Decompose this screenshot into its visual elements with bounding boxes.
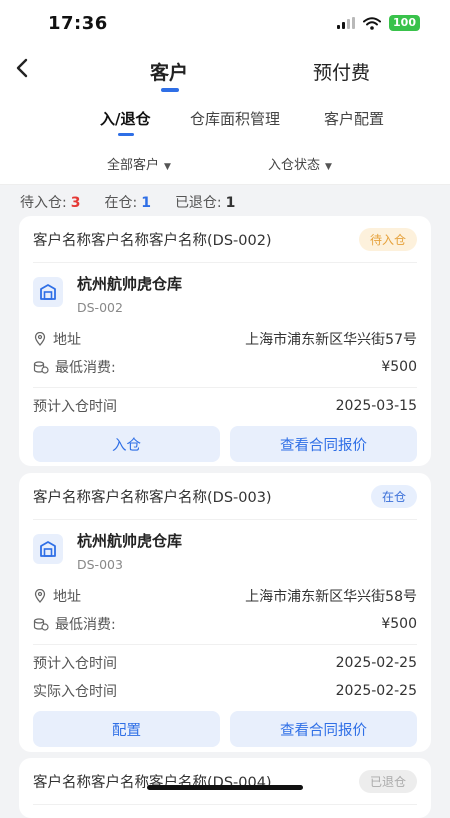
in-count: 1 bbox=[141, 195, 151, 211]
card-actions: 配置 查看合同报价 bbox=[33, 711, 417, 747]
status-bar: 17:36 100 bbox=[0, 0, 450, 48]
location-icon bbox=[34, 589, 46, 603]
status-badge: 已退仓 bbox=[358, 769, 417, 793]
planned-date-label: 预计入仓时间 bbox=[33, 656, 117, 672]
min-consumption-value: ¥500 bbox=[381, 616, 417, 632]
tab-customer[interactable]: 客户 bbox=[150, 58, 188, 85]
warehouse-info: 杭州航帅虎仓库 DS-003 bbox=[33, 520, 417, 582]
warehouse-icon bbox=[33, 277, 63, 307]
address-value: 上海市浦东新区华兴街57号 bbox=[245, 332, 417, 348]
check-in-button[interactable]: 入仓 bbox=[33, 426, 220, 462]
home-indicator bbox=[147, 785, 303, 790]
subtab-in-out[interactable]: 入/退仓 bbox=[100, 108, 150, 129]
customer-name: 客户名称客户名称客户名称(DS-002) bbox=[33, 232, 272, 249]
status-badge: 待入仓 bbox=[358, 227, 417, 251]
coins-icon bbox=[33, 361, 49, 374]
status-summary: 待入仓: 3 在仓: 1 已退仓: 1 bbox=[0, 185, 450, 219]
min-consumption-row: 最低消费: ¥500 bbox=[33, 353, 417, 381]
status-badge: 在仓 bbox=[370, 484, 417, 508]
planned-date-row: 预计入仓时间 2025-02-25 bbox=[33, 649, 417, 677]
filter-customers-label: 全部客户 bbox=[107, 158, 160, 173]
address-row: 地址 上海市浦东新区华兴街57号 bbox=[33, 325, 417, 353]
filter-status-label: 入仓状态 bbox=[268, 158, 321, 173]
address-label: 地址 bbox=[53, 589, 81, 605]
card-header: 客户名称客户名称客户名称(DS-004) 已退仓 bbox=[33, 758, 417, 805]
configure-button[interactable]: 配置 bbox=[33, 711, 220, 747]
min-consumption-label: 最低消费: bbox=[55, 360, 116, 376]
warehouse-info: 杭州航帅虎仓库 DS-002 bbox=[33, 263, 417, 325]
filter-status[interactable]: 入仓状态 ▼ bbox=[268, 154, 332, 173]
filter-customers[interactable]: 全部客户 ▼ bbox=[107, 154, 171, 173]
customer-name: 客户名称客户名称客户名称(DS-003) bbox=[33, 489, 272, 506]
warehouse-icon bbox=[33, 534, 63, 564]
customer-card[interactable]: 客户名称客户名称客户名称(DS-003) 在仓 杭州航帅虎仓库 DS-003 地… bbox=[19, 473, 431, 752]
battery-icon: 100 bbox=[389, 15, 420, 31]
status-icons: 100 bbox=[337, 15, 420, 31]
warehouse-code: DS-002 bbox=[77, 300, 123, 315]
address-value: 上海市浦东新区华兴街58号 bbox=[245, 589, 417, 605]
actual-date-value: 2025-02-25 bbox=[335, 683, 417, 699]
address-row: 地址 上海市浦东新区华兴街58号 bbox=[33, 582, 417, 610]
left-count: 1 bbox=[225, 195, 236, 211]
filter-bar: 全部客户 ▼ 入仓状态 ▼ bbox=[0, 144, 450, 185]
address-label: 地址 bbox=[53, 332, 81, 348]
planned-date-row: 预计入仓时间 2025-03-15 bbox=[33, 392, 417, 420]
view-contract-button[interactable]: 查看合同报价 bbox=[230, 426, 417, 462]
min-consumption-row: 最低消费: ¥500 bbox=[33, 610, 417, 638]
warehouse-name: 杭州航帅虎仓库 bbox=[77, 532, 183, 550]
summary-left: 已退仓: 1 bbox=[174, 195, 236, 211]
summary-pending: 待入仓: 3 bbox=[20, 195, 81, 211]
planned-date-value: 2025-03-15 bbox=[335, 398, 417, 414]
card-actions: 入仓 查看合同报价 bbox=[33, 426, 417, 462]
card-header: 客户名称客户名称客户名称(DS-003) 在仓 bbox=[33, 473, 417, 520]
wifi-icon bbox=[363, 16, 382, 30]
subtab-customer-config[interactable]: 客户配置 bbox=[324, 108, 384, 129]
min-consumption-value: ¥500 bbox=[381, 359, 417, 375]
subtab-area-management[interactable]: 仓库面积管理 bbox=[190, 108, 280, 129]
summary-in-warehouse: 在仓: 1 bbox=[104, 195, 151, 211]
subtabs: 入/退仓 仓库面积管理 客户配置 bbox=[0, 96, 450, 144]
header: 17:36 100 客户 预付费 入/退仓 仓库面积管理 客户配置 全部客户 ▼ bbox=[0, 0, 450, 185]
active-tab-indicator bbox=[161, 88, 179, 92]
active-subtab-indicator bbox=[118, 133, 134, 136]
back-icon[interactable] bbox=[14, 56, 30, 86]
location-icon bbox=[34, 332, 46, 346]
view-contract-button[interactable]: 查看合同报价 bbox=[230, 711, 417, 747]
warehouse-code: DS-003 bbox=[77, 557, 123, 572]
card-header: 客户名称客户名称客户名称(DS-002) 待入仓 bbox=[33, 216, 417, 263]
navbar: 客户 预付费 bbox=[0, 48, 450, 96]
signal-icon bbox=[337, 17, 356, 29]
tab-prepaid[interactable]: 预付费 bbox=[313, 58, 370, 85]
planned-date-value: 2025-02-25 bbox=[335, 655, 417, 671]
chevron-down-icon: ▼ bbox=[325, 162, 332, 172]
warehouse-name: 杭州航帅虎仓库 bbox=[77, 275, 183, 293]
planned-date-label: 预计入仓时间 bbox=[33, 399, 117, 415]
coins-icon bbox=[33, 618, 49, 631]
status-time: 17:36 bbox=[48, 13, 108, 34]
pending-count: 3 bbox=[70, 195, 81, 211]
actual-date-label: 实际入仓时间 bbox=[33, 684, 117, 700]
min-consumption-label: 最低消费: bbox=[55, 617, 116, 633]
chevron-down-icon: ▼ bbox=[164, 162, 171, 172]
customer-card[interactable]: 客户名称客户名称客户名称(DS-002) 待入仓 杭州航帅虎仓库 DS-002 … bbox=[19, 216, 431, 466]
actual-date-row: 实际入仓时间 2025-02-25 bbox=[33, 677, 417, 705]
